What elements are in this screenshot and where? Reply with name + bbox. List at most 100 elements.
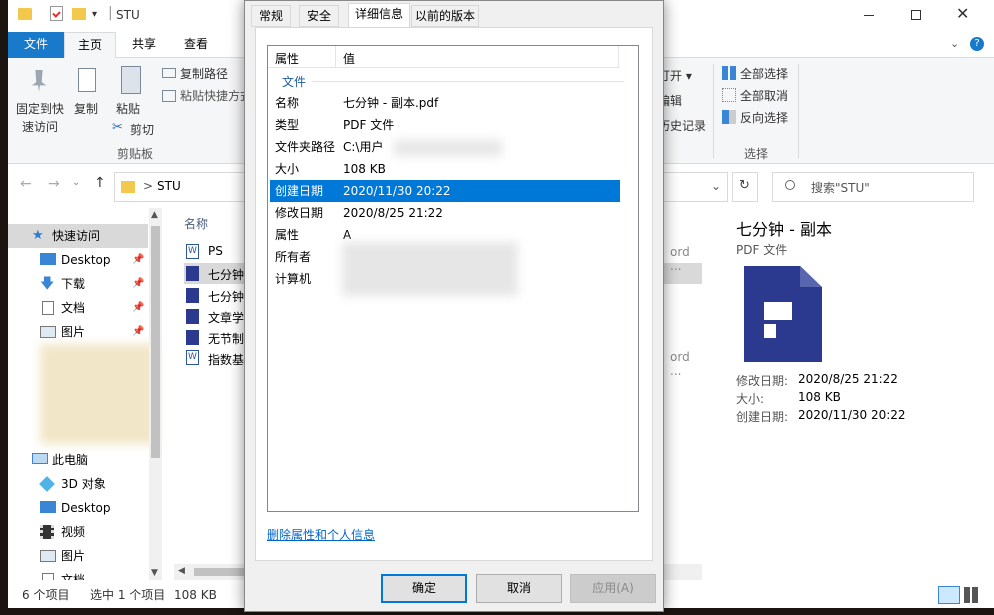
folder-icon[interactable]	[18, 8, 32, 20]
nav-pc-documents-label: 文档	[61, 573, 86, 580]
property-row-created[interactable]: 创建日期 2020/11/30 20:22	[269, 179, 621, 203]
tab-home[interactable]: 主页	[64, 32, 116, 59]
paste-button[interactable]: 粘贴	[116, 100, 140, 117]
nav-pc-desktop-label: Desktop	[61, 501, 111, 515]
tab-view[interactable]: 查看	[170, 32, 222, 58]
scroll-left-icon[interactable]: ◀	[178, 566, 185, 576]
breadcrumb-separator: >	[143, 179, 154, 193]
scroll-down-icon[interactable]: ▼	[151, 568, 158, 578]
refresh-icon: ↻	[739, 178, 750, 193]
copy-button[interactable]: 复制	[74, 100, 98, 117]
nav-desktop-label: Desktop	[61, 253, 111, 267]
scroll-thumb[interactable]	[151, 226, 160, 458]
address-dropdown-icon[interactable]: ⌄	[711, 179, 721, 193]
redacted-path	[394, 140, 502, 156]
nav-pc-documents[interactable]: 文档	[8, 568, 148, 580]
maximize-icon[interactable]	[911, 10, 921, 20]
ribbon-divider-2	[798, 64, 799, 158]
nav-pc-pictures[interactable]: 图片	[8, 544, 148, 568]
breadcrumb-stu[interactable]: STU	[157, 179, 181, 193]
properties-icon[interactable]	[50, 6, 63, 21]
property-row-type[interactable]: 类型 PDF 文件	[270, 114, 620, 136]
forward-icon[interactable]: →	[48, 176, 60, 192]
up-icon[interactable]: ↑	[94, 175, 106, 191]
copy-icon	[78, 68, 96, 92]
list-header: 属性 值	[268, 46, 620, 68]
nav-downloads[interactable]: 🡇 下载 📌	[8, 272, 148, 296]
new-folder-icon[interactable]	[72, 8, 86, 20]
desktop-icon	[40, 501, 56, 513]
nav-pc-desktop[interactable]: Desktop	[8, 496, 148, 520]
preview-modified-label: 修改日期:	[736, 374, 789, 388]
nav-pictures[interactable]: 图片 📌	[8, 320, 148, 344]
remove-properties-link[interactable]: 删除属性和个人信息	[267, 526, 375, 543]
qat-dropdown-icon[interactable]: ▾	[92, 9, 97, 20]
nav-pictures-label: 图片	[61, 325, 86, 339]
header-property[interactable]: 属性	[275, 50, 299, 67]
history-button[interactable]: 历史记录	[658, 117, 706, 134]
property-row-folder-path[interactable]: 文件夹路径 C:\用户	[270, 136, 620, 158]
search-input[interactable]: 搜索"STU"	[811, 179, 870, 196]
property-row-size[interactable]: 大小 108 KB	[270, 158, 620, 180]
cancel-button[interactable]: 取消	[476, 574, 562, 603]
back-icon[interactable]: ←	[20, 176, 32, 192]
invert-selection-button[interactable]: 反向选择	[740, 109, 788, 126]
title-separator: |	[108, 5, 113, 21]
tab-general[interactable]: 常规	[251, 5, 291, 27]
file-name: 无节制	[208, 332, 245, 346]
nav-downloads-label: 下载	[61, 277, 86, 291]
select-none-button[interactable]: 全部取消	[740, 87, 788, 104]
search-box[interactable]: 搜索"STU"	[772, 172, 974, 202]
nav-scrollbar[interactable]: ▲ ▼	[149, 208, 162, 580]
scroll-up-icon[interactable]: ▲	[151, 210, 158, 220]
copy-path-button[interactable]: 复制路径	[180, 65, 228, 82]
refresh-button[interactable]: ↻	[732, 172, 758, 202]
tab-share[interactable]: 共享	[118, 32, 170, 58]
tab-previous-versions[interactable]: 以前的版本	[411, 5, 479, 27]
nav-quick-access-label: 快速访问	[52, 229, 101, 243]
tab-security[interactable]: 安全	[299, 5, 339, 27]
nav-documents[interactable]: 文档 📌	[8, 296, 148, 320]
file-name: PS	[208, 244, 223, 258]
help-icon[interactable]: ?	[970, 37, 984, 51]
cut-button[interactable]: 剪切	[130, 121, 154, 138]
apply-button[interactable]: 应用(A)	[570, 574, 656, 603]
word-file-icon: W	[186, 244, 199, 259]
nav-videos[interactable]: 视频	[8, 520, 148, 544]
status-item-count: 6 个项目	[22, 588, 70, 602]
nav-3d-objects[interactable]: 3D 对象	[8, 472, 148, 496]
file-name: 指数基	[208, 353, 245, 367]
search-icon	[785, 180, 795, 190]
paste-shortcut-button[interactable]: 粘贴快捷方式	[180, 87, 252, 104]
minimize-icon[interactable]	[864, 15, 874, 16]
tab-details[interactable]: 详细信息	[348, 3, 410, 28]
ribbon-divider	[713, 64, 714, 158]
tab-file[interactable]: 文件	[8, 32, 64, 58]
pdf-file-icon	[186, 266, 199, 281]
select-all-button[interactable]: 全部选择	[740, 65, 788, 82]
folder-icon	[121, 181, 135, 193]
close-icon[interactable]: ✕	[956, 4, 969, 23]
pin-quick-access-button[interactable]: 固定到快	[16, 100, 64, 117]
header-divider	[618, 46, 619, 68]
pdf-file-icon	[186, 309, 199, 324]
nav-this-pc[interactable]: 此电脑	[8, 448, 148, 472]
property-row-modified[interactable]: 修改日期 2020/8/25 21:22	[270, 202, 620, 224]
property-list[interactable]: 属性 值 文件 名称 七分钟 - 副本.pdf 类型 PDF 文件 文件夹路径 C:\…	[267, 45, 639, 512]
column-header-name[interactable]: 名称	[184, 215, 208, 232]
details-view-icon[interactable]	[938, 586, 960, 604]
recent-dropdown-icon[interactable]: ⌄	[72, 177, 80, 188]
ok-button[interactable]: 确定	[381, 574, 467, 603]
file-type-partial: ord ...	[670, 350, 690, 378]
property-row-name[interactable]: 名称 七分钟 - 副本.pdf	[270, 92, 620, 114]
nav-quick-access[interactable]: ★ 快速访问	[8, 224, 148, 248]
file-name: 七分钟	[208, 290, 245, 304]
ribbon-collapse-icon[interactable]: ⌄	[950, 37, 959, 50]
pdf-file-icon	[186, 330, 199, 345]
nav-desktop[interactable]: Desktop 📌	[8, 248, 148, 272]
clipboard-group-label: 剪贴板	[117, 147, 154, 161]
large-icons-view-icon[interactable]	[964, 587, 980, 603]
section-rule	[312, 81, 624, 82]
header-value[interactable]: 值	[343, 50, 355, 67]
pin-icon	[31, 70, 47, 92]
